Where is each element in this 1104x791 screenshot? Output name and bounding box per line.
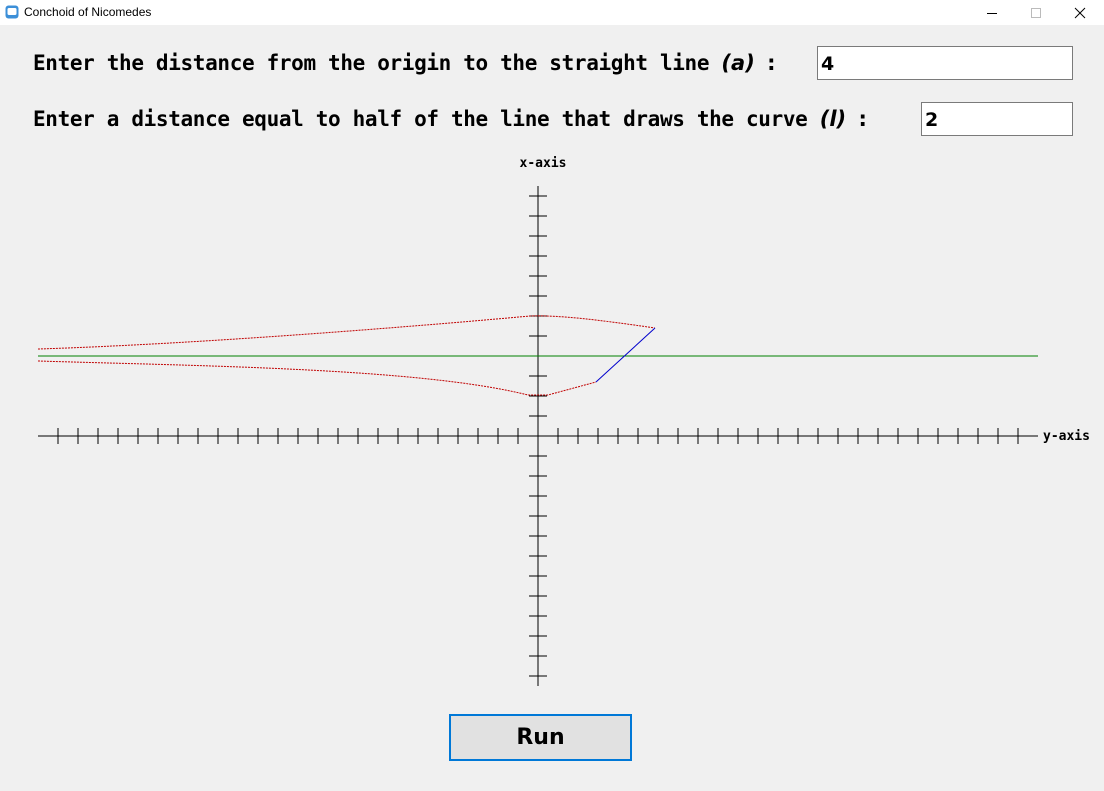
close-button[interactable] bbox=[1058, 0, 1102, 25]
distance-a-label: Enter the distance from the origin to th… bbox=[33, 50, 776, 76]
run-button[interactable]: Run bbox=[449, 714, 632, 761]
title-bar: Conchoid of Nicomedes bbox=[0, 0, 1104, 25]
distance-a-text: Enter the distance from the origin to th… bbox=[33, 51, 710, 75]
x-axis-label: x-axis bbox=[520, 156, 567, 171]
var-l-symbol: (l) bbox=[819, 107, 847, 131]
distance-l-text: Enter a distance equal to half of the li… bbox=[33, 107, 808, 131]
window-title: Conchoid of Nicomedes bbox=[24, 5, 152, 19]
conchoid-upper-branch bbox=[37, 315, 656, 350]
distance-l-input[interactable] bbox=[921, 102, 1073, 136]
plot-canvas: x-axis y-axis bbox=[37, 156, 1090, 686]
minimize-icon bbox=[987, 13, 997, 14]
close-icon bbox=[1074, 7, 1086, 19]
minimize-button[interactable] bbox=[970, 0, 1014, 25]
generating-segment bbox=[595, 327, 656, 383]
app-icon bbox=[5, 5, 19, 19]
distance-l-label: Enter a distance equal to half of the li… bbox=[33, 106, 867, 132]
var-a-symbol: (a) bbox=[721, 51, 755, 75]
maximize-button[interactable] bbox=[1014, 0, 1058, 25]
conchoid-lower-branch bbox=[37, 360, 597, 396]
distance-a-input[interactable] bbox=[817, 46, 1073, 80]
y-axis-label: y-axis bbox=[1043, 429, 1090, 444]
maximize-icon bbox=[1031, 8, 1041, 18]
colon-l: : bbox=[858, 107, 867, 131]
colon-a: : bbox=[767, 51, 776, 75]
